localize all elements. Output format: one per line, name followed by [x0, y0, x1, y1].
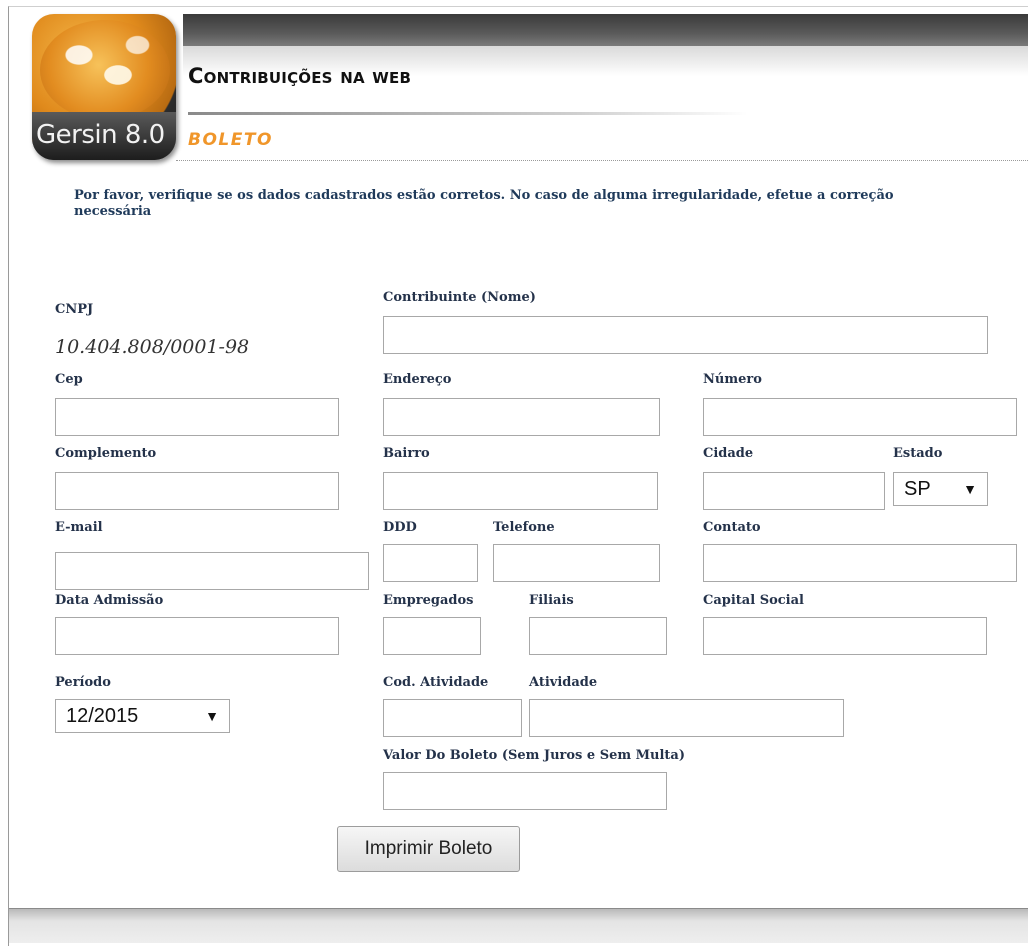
contato-label: Contato [703, 520, 761, 535]
numero-field[interactable] [703, 398, 1017, 436]
page-footer [9, 908, 1028, 943]
numero-label: Número [703, 372, 762, 387]
email-field[interactable] [55, 552, 369, 590]
valor-boleto-label: Valor Do Boleto (Sem Juros e Sem Multa) [383, 748, 685, 763]
complemento-field[interactable] [55, 472, 339, 510]
endereco-label: Endereço [383, 372, 452, 387]
cod-atividade-label: Cod. Atividade [383, 675, 489, 690]
telefone-field[interactable] [493, 544, 660, 582]
globe-icon [40, 20, 170, 120]
email-label: E-mail [55, 520, 103, 535]
valor-boleto-field[interactable] [383, 772, 667, 810]
telefone-label: Telefone [493, 520, 555, 535]
notice-text: Por favor, verifique se os dados cadastr… [74, 188, 894, 219]
bairro-field[interactable] [383, 472, 658, 510]
ddd-field[interactable] [383, 544, 478, 582]
complemento-label: Complemento [55, 446, 157, 461]
empregados-field[interactable] [383, 617, 481, 655]
filiais-field[interactable] [529, 617, 667, 655]
bairro-label: Bairro [383, 446, 430, 461]
header-bar [183, 14, 1028, 46]
contato-field[interactable] [703, 544, 1017, 582]
header-dotted-divider [176, 160, 1028, 161]
gersin-logo: Gersin 8.0 [32, 14, 176, 160]
cidade-field[interactable] [703, 472, 885, 510]
dropdown-arrow-icon: ▼ [963, 481, 977, 497]
atividade-field[interactable] [529, 699, 844, 737]
title-divider [188, 112, 748, 115]
contribuinte-label: Contribuinte (Nome) [383, 290, 536, 305]
cep-field[interactable] [55, 398, 339, 436]
cidade-label: Cidade [703, 446, 754, 461]
data-admissao-field[interactable] [55, 617, 339, 655]
periodo-label: Período [55, 675, 111, 690]
dropdown-arrow-icon: ▼ [205, 708, 219, 724]
print-boleto-button[interactable]: Imprimir Boleto [337, 826, 520, 872]
periodo-selected-value: 12/2015 [66, 704, 139, 727]
data-admissao-label: Data Admissão [55, 593, 164, 608]
cnpj-label: CNPJ [55, 302, 94, 317]
page-title: Contribuições na web [188, 64, 412, 88]
capital-social-field[interactable] [703, 617, 987, 655]
empregados-label: Empregados [383, 593, 474, 608]
logo-text: Gersin 8.0 [36, 120, 165, 150]
ddd-label: DDD [383, 520, 417, 535]
capital-social-label: Capital Social [703, 593, 804, 608]
atividade-label: Atividade [529, 675, 598, 690]
estado-selected-value: SP [904, 477, 931, 500]
cep-label: Cep [55, 372, 83, 387]
cnpj-value: 10.404.808/0001-98 [55, 336, 250, 358]
contribuinte-field[interactable] [383, 316, 988, 354]
filiais-label: Filiais [529, 593, 574, 608]
estado-select[interactable]: SP ▼ [893, 472, 988, 506]
page-subtitle: BOLETO [188, 130, 273, 150]
cod-atividade-field[interactable] [383, 699, 522, 737]
estado-label: Estado [893, 446, 943, 461]
periodo-select[interactable]: 12/2015 ▼ [55, 699, 230, 733]
endereco-field[interactable] [383, 398, 660, 436]
